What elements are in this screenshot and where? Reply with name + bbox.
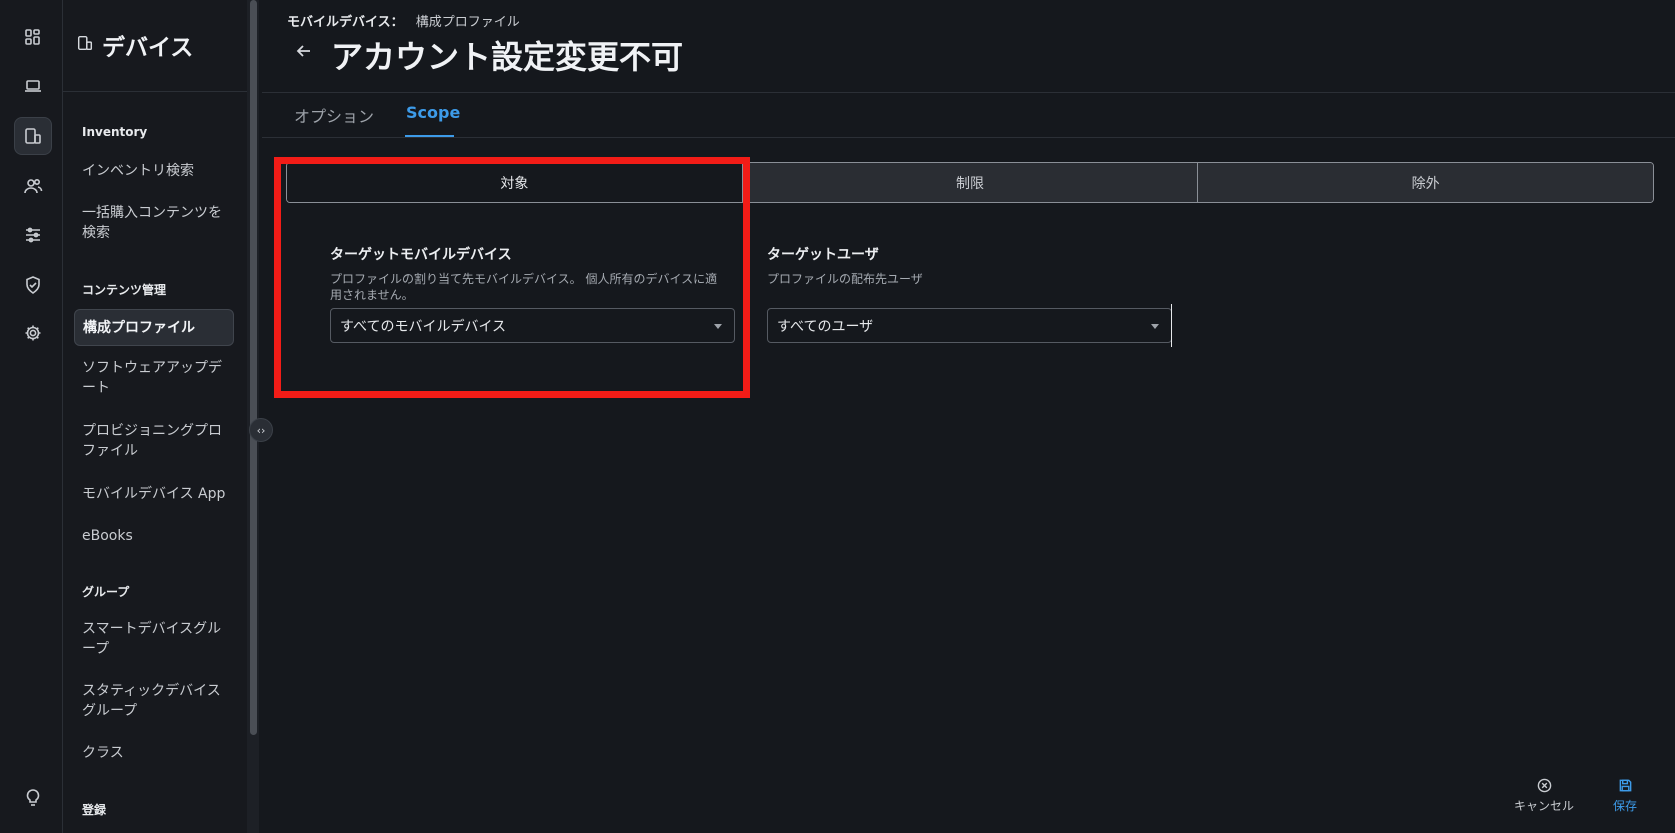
dashboard-icon[interactable] [14,18,52,56]
collapse-sidebar-button[interactable]: ‹› [249,418,273,442]
sliders-icon[interactable] [14,216,52,254]
highlight-annotation [274,157,750,398]
chevron-down-icon [1151,324,1159,329]
sidebar-item-ebooks[interactable]: eBooks [74,526,234,546]
sidebar-item-config-profiles[interactable]: 構成プロファイル [74,309,234,346]
section-inventory: Inventory [82,125,148,139]
section-groups: グループ [82,585,130,599]
tabs-divider [262,137,1675,138]
section-enrollment: 登録 [82,803,107,817]
mobile-devices-icon[interactable] [14,117,52,155]
sidebar-header: デバイス [63,0,247,92]
tab-options[interactable]: オプション [294,103,374,127]
breadcrumb: モバイルデバイス： 構成プロファイル [287,11,520,30]
sidebar-item-vpp-search[interactable]: 一括購入コンテンツを検索 [74,203,234,243]
section-content: コンテンツ管理 [82,283,167,297]
save-button[interactable]: 保存 [1613,778,1637,814]
sidebar: デバイス Inventory インベントリ検索 一括購入コンテンツを検索 コンテ… [63,0,259,833]
shield-check-icon[interactable] [14,266,52,304]
sidebar-title: デバイス [102,35,194,61]
page-title: アカウント設定変更不可 [331,38,684,76]
sidebar-item-software-update[interactable]: ソフトウェアアップデート [74,358,234,398]
close-circle-icon [1537,778,1551,793]
segment-exclusions[interactable]: 除外 [1197,163,1653,202]
lightbulb-icon[interactable] [14,778,52,816]
cancel-button[interactable]: キャンセル [1514,778,1574,814]
cancel-label: キャンセル [1514,799,1575,813]
breadcrumb-parent[interactable]: モバイルデバイス： [287,15,404,30]
gear-icon[interactable] [14,314,52,352]
laptop-icon[interactable] [14,67,52,105]
target-users-select[interactable]: すべてのユーザ [767,308,1172,343]
icon-rail [0,0,63,833]
target-users-label: ターゲットユーザ [767,247,879,263]
breadcrumb-current: 構成プロファイル [415,15,520,30]
target-users-description: プロファイルの配布先ユーザ [767,272,923,286]
users-icon[interactable] [14,167,52,205]
save-label: 保存 [1613,799,1638,813]
sidebar-item-classes[interactable]: クラス [74,743,234,763]
sidebar-item-inventory-search[interactable]: インベントリ検索 [74,161,234,181]
back-arrow-icon[interactable] [294,41,318,65]
target-users-value: すべてのユーザ [777,318,874,335]
sidebar-scrollbar-thumb[interactable] [250,0,257,735]
header-divider [262,92,1675,93]
sidebar-item-static-groups[interactable]: スタティックデバイスグループ [74,681,234,721]
text-cursor [1171,304,1172,347]
segment-limitations[interactable]: 制限 [741,163,1198,202]
sidebar-item-smart-groups[interactable]: スマートデバイスグループ [74,619,234,659]
mobile-devices-icon [76,34,94,52]
tab-scope[interactable]: Scope [406,103,460,122]
sidebar-item-provisioning[interactable]: プロビジョニングプロファイル [74,421,234,461]
save-icon [1619,779,1631,792]
sidebar-item-mobile-apps[interactable]: モバイルデバイス App [74,484,234,504]
